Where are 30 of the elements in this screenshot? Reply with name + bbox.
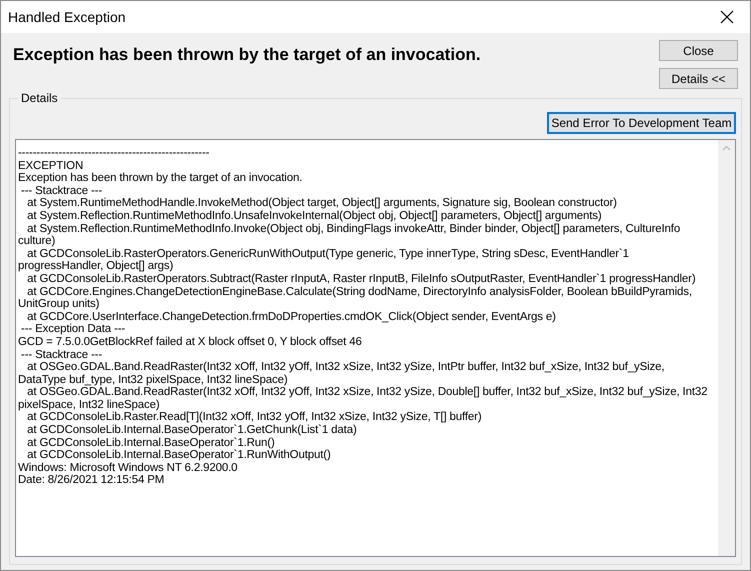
text-line: ---------------------------------------------------- (18, 147, 210, 160)
close-button[interactable]: Close (659, 40, 738, 61)
close-icon[interactable] (720, 10, 734, 24)
text-line: at System.Reflection.RuntimeMethodInfo.Invoke(Object obj, BindingFlags invokeAttr, Binder binder, Object[] parameters, CultureInfo culture) (18, 222, 682, 248)
text-line: EXCEPTION (18, 160, 84, 172)
text-line: Date: 8/26/2021 12:15:54 PM (18, 474, 166, 488)
text-line: --- Stacktrace --- (20, 348, 104, 362)
text-line: at System.RuntimeMethodHandle.InvokeMethod(Object target, Object[] arguments, Signature sig, Boolean constructor) (26, 197, 618, 210)
text-line: Exception has been thrown by the target of an invocation. (18, 172, 304, 185)
details-toggle-button[interactable]: Details << (659, 68, 738, 89)
text-line: Windows: Microsoft Windows NT 6.2.9200.0 (18, 462, 238, 474)
text-line: at GCDConsoleLib.RasterOperators.GenericRunWithOutput(Type generic, Type innerType, String sDesc, EventHandler`1 progressHandler, Object[] args) (18, 248, 630, 273)
text-line: at System.Reflection.RuntimeMethodInfo.UnsafeInvokeInternal(Object obj, Object[] parameters, Object[] arguments) (26, 210, 603, 223)
text-line: --- Exception Data --- (20, 323, 126, 336)
text-line: at GCDConsoleLib.RasterOperators.Subtract(Raster rInputA, Raster rInputB, FileInfo sOutputRaster, EventHandler`1 progressHandler) (26, 272, 697, 286)
text-line: at OSGeo.GDAL.Band.ReadRaster(Int32 xOff, Int32 yOff, Int32 xSize, Int32 ySize, IntPtr buffer, Int32 buf_xSize, Int32 buf_ySize, DataType buf_type, Int32 pixelSpace, Int32 lineSpace) (18, 361, 666, 386)
text-line: at GCDConsoleLib.Raster.Read[T](Int32 xOff, Int32 yOff, Int32 xSize, Int32 ySize, T[] buffer) (26, 411, 483, 424)
window-title: Handled Exception (8, 9, 126, 25)
text-line: at OSGeo.GDAL.Band.ReadRaster(Int32 xOff, Int32 yOff, Int32 xSize, Int32 ySize, Double[] buffer, Int32 buf_xSize, Int32 buf_ySize, Int32 pixelSpace, Int32 lineSpace) (18, 386, 708, 412)
text-line: --- Stacktrace --- (20, 184, 104, 198)
text-line: GCD = 7.5.0.0GetBlockRef failed at X block offset 0, Y block offset 46 (18, 336, 363, 348)
text-line: at GCDCore.Engines.ChangeDetectionEngineBase.Calculate(String dodName, DirectoryInfo analysisFolder, Boolean bBuildPyramids, UnitGroup units) (18, 286, 693, 311)
send-error-button[interactable]: Send Error To Development Team (547, 112, 736, 134)
text-line: at GCDConsoleLib.Internal.BaseOperator`1.Run() (26, 436, 276, 450)
error-heading: Exception has been thrown by the target of an invocation. (13, 45, 481, 66)
scrollbar[interactable] (718, 140, 735, 556)
text-line: at GCDCore.UserInterface.ChangeDetection.frmDoDProperties.cmdOK_Click(Object sender, EventArgs e) (26, 310, 557, 324)
group-title: Details (18, 91, 61, 105)
text-line: at GCDConsoleLib.Internal.BaseOperator`1.RunWithOutput() (26, 449, 332, 462)
text-line: at GCDConsoleLib.Internal.BaseOperator`1.GetChunk(List`1 data) (26, 424, 358, 437)
